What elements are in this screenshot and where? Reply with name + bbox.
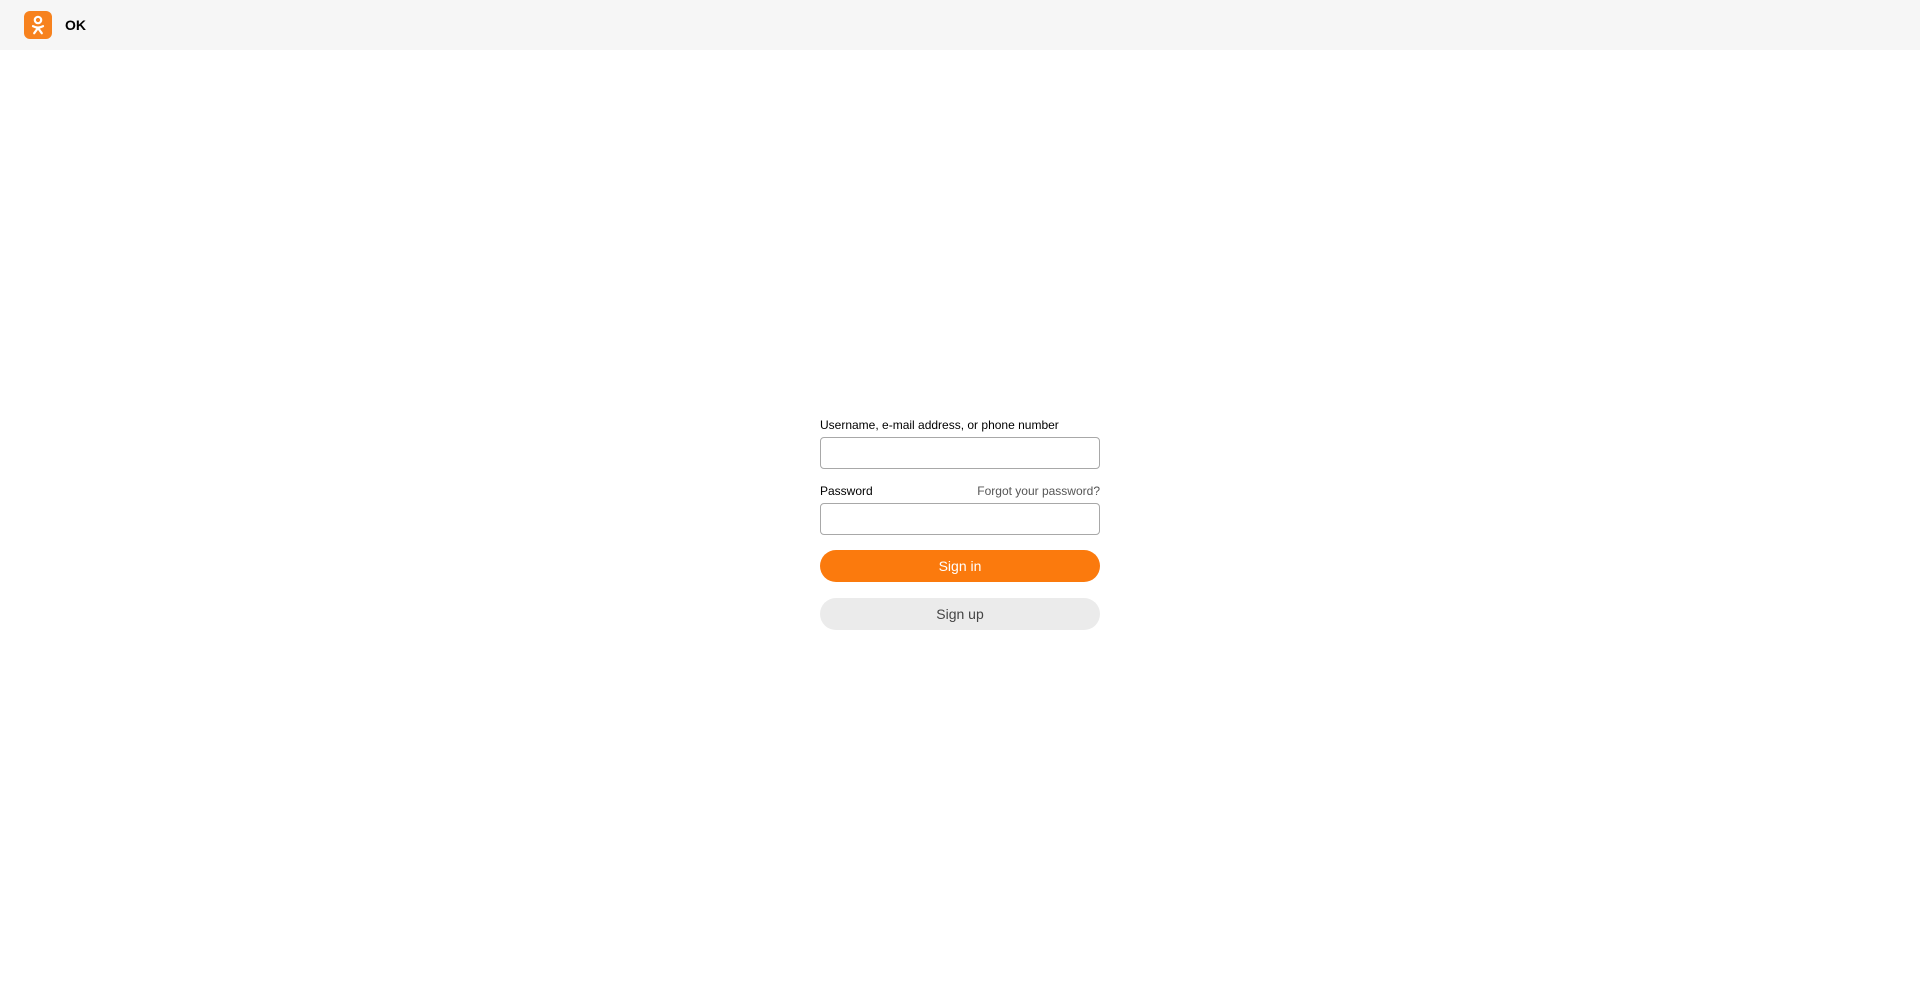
odnoklassniki-logo-icon[interactable] xyxy=(24,11,52,39)
login-label-row: Username, e-mail address, or phone numbe… xyxy=(820,418,1100,433)
brand-name[interactable]: OK xyxy=(65,17,86,33)
login-form: Username, e-mail address, or phone numbe… xyxy=(820,418,1100,630)
sign-up-button[interactable]: Sign up xyxy=(820,598,1100,630)
password-field-group: Password Forgot your password? xyxy=(820,484,1100,535)
forgot-password-link[interactable]: Forgot your password? xyxy=(977,484,1100,498)
login-input[interactable] xyxy=(820,437,1100,469)
login-label: Username, e-mail address, or phone numbe… xyxy=(820,418,1059,432)
sign-in-button[interactable]: Sign in xyxy=(820,550,1100,582)
password-label-row: Password Forgot your password? xyxy=(820,484,1100,499)
logo-glyph xyxy=(31,15,45,35)
top-bar: OK xyxy=(0,0,1920,50)
login-field-group: Username, e-mail address, or phone numbe… xyxy=(820,418,1100,469)
password-input[interactable] xyxy=(820,503,1100,535)
password-label: Password xyxy=(820,484,873,498)
